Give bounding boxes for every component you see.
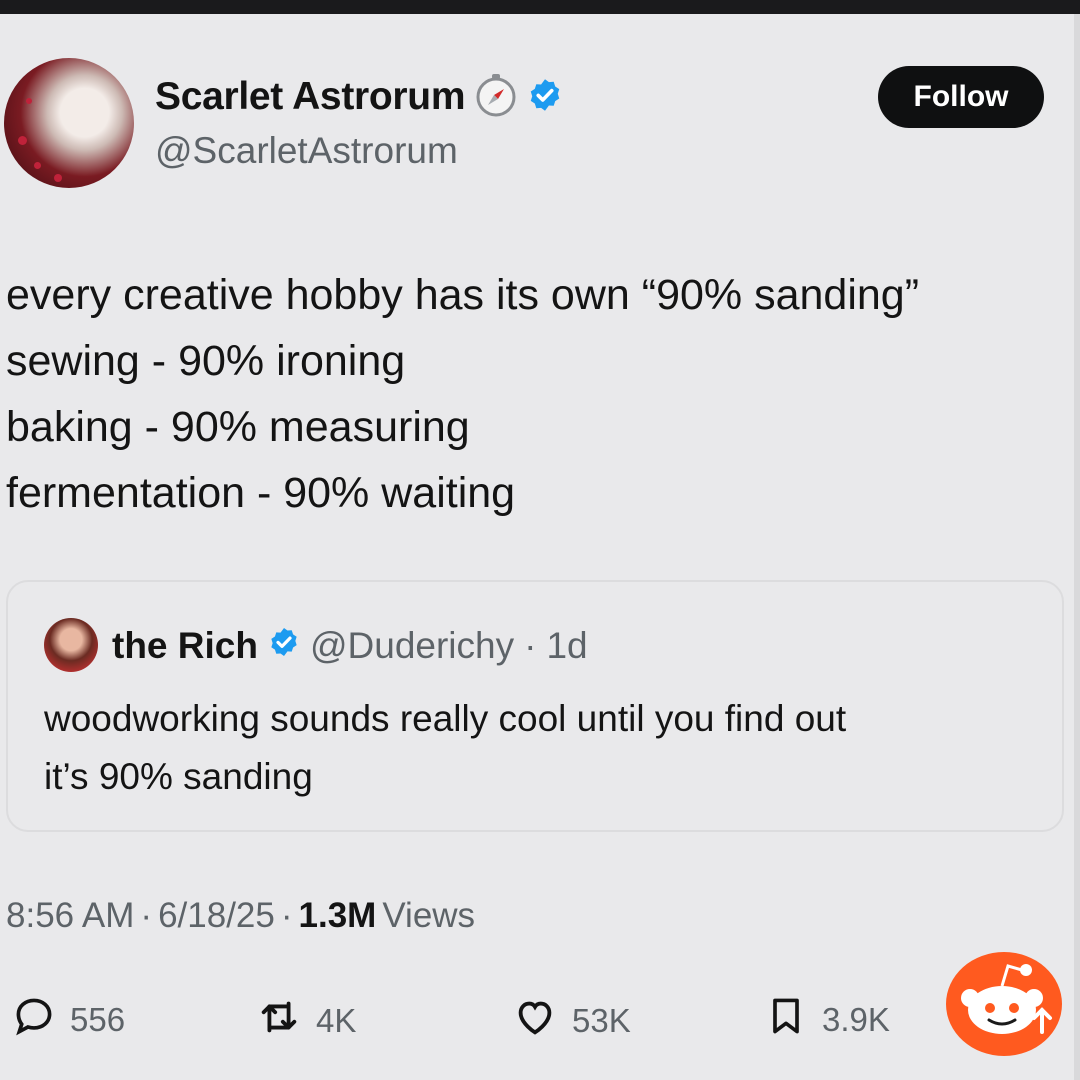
- tweet-line: sewing - 90% ironing: [6, 337, 406, 385]
- tweet-text: every creative hobby has its own “90% sa…: [6, 262, 1066, 526]
- bookmark-button[interactable]: 3.9K: [764, 994, 890, 1046]
- top-bar: [0, 0, 1080, 14]
- repost-count: 4K: [316, 1002, 357, 1039]
- verified-badge-icon: [527, 77, 563, 118]
- follow-button[interactable]: Follow: [878, 66, 1044, 128]
- bookmark-icon: [764, 994, 808, 1046]
- quoted-tweet-time: 1d: [546, 625, 588, 666]
- tweet-line: baking - 90% measuring: [6, 403, 470, 451]
- author-handle[interactable]: @ScarletAstrorum: [155, 130, 458, 172]
- repost-button[interactable]: 4K: [256, 994, 356, 1048]
- quoted-author-avatar: [44, 618, 98, 672]
- tweet-timestamp: 8:56 AM · 6/18/25 · 1.3M Views: [6, 896, 475, 936]
- author-avatar[interactable]: [4, 58, 134, 188]
- reply-button[interactable]: 556: [12, 994, 125, 1046]
- tweet-date: 6/18/25: [158, 896, 275, 935]
- scroll-edge: [1074, 14, 1080, 1080]
- separator-dot: ·: [524, 625, 537, 666]
- reply-icon: [12, 994, 56, 1046]
- repost-icon: [256, 994, 302, 1048]
- quoted-line: woodworking sounds really cool until you…: [44, 698, 847, 739]
- reddit-logo: [946, 952, 1062, 1056]
- quoted-tweet-header: the Rich @Duderichy · 1d: [112, 620, 588, 672]
- action-bar: 556 4K 53K 3.9K: [0, 988, 1080, 1044]
- author-name-row: Scarlet Astrorum: [155, 72, 563, 123]
- quoted-author-handle: @Duderichy: [309, 625, 515, 666]
- quoted-line: it’s 90% sanding: [44, 756, 313, 797]
- separator-dot: ·: [280, 896, 293, 935]
- tweet-line: fermentation - 90% waiting: [6, 469, 516, 517]
- views-count: 1.3M: [298, 896, 377, 935]
- tweet-line: every creative hobby has its own “90% sa…: [6, 271, 920, 319]
- views-label: Views: [382, 896, 476, 935]
- separator-dot: ·: [140, 896, 153, 935]
- bookmark-count: 3.9K: [822, 1001, 890, 1038]
- quoted-tweet-card[interactable]: the Rich @Duderichy · 1d woodworking sou…: [6, 580, 1064, 832]
- tweet-time: 8:56 AM: [6, 896, 135, 935]
- verified-badge-icon: [268, 625, 300, 667]
- reply-count: 556: [70, 1001, 126, 1038]
- quoted-author-name: the Rich: [112, 625, 258, 666]
- quoted-tweet-text: woodworking sounds really cool until you…: [44, 690, 846, 806]
- compass-icon: [473, 72, 519, 123]
- like-count: 53K: [572, 1002, 631, 1039]
- like-button[interactable]: 53K: [512, 994, 631, 1048]
- heart-icon: [512, 994, 558, 1048]
- author-name[interactable]: Scarlet Astrorum: [155, 75, 466, 119]
